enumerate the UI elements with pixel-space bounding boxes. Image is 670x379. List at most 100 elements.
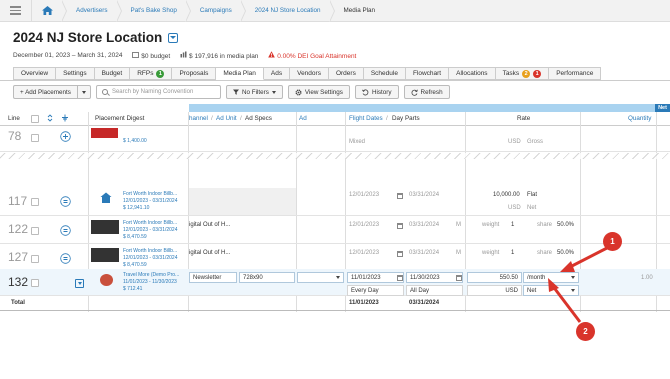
tab-flowchart[interactable]: Flowchart bbox=[405, 67, 450, 80]
link-icon[interactable] bbox=[60, 196, 71, 209]
placement-thumbnail bbox=[91, 220, 119, 234]
calendar-icon[interactable] bbox=[397, 223, 403, 229]
rate-currency-field[interactable]: USD bbox=[467, 285, 522, 296]
row-checkbox[interactable] bbox=[31, 255, 39, 263]
share-value: 50.0% bbox=[557, 250, 575, 256]
tab-ads[interactable]: Ads bbox=[263, 67, 291, 80]
annotation-marker-2: 2 bbox=[576, 322, 595, 341]
rate-type: Gross bbox=[527, 139, 544, 145]
quantity-value: 1.00 bbox=[641, 275, 653, 281]
row-dropdown-icon[interactable] bbox=[75, 279, 84, 288]
net-column-label: Net bbox=[655, 104, 670, 112]
breadcrumb-advertisers[interactable]: Advertisers bbox=[62, 0, 121, 22]
net-gross-select[interactable]: Net bbox=[523, 285, 579, 296]
add-placements-button[interactable]: + Add Placements bbox=[13, 85, 78, 99]
view-settings-button[interactable]: View Settings bbox=[287, 85, 350, 99]
placement-cost[interactable]: $ 712.41 bbox=[123, 286, 142, 293]
tab-overview[interactable]: Overview bbox=[13, 67, 57, 80]
table-row-selected[interactable]: 132 Travel More (Demo Pro... 11/01/2023 … bbox=[0, 269, 670, 296]
placement-name[interactable]: Fort Worth Indoor Billb... bbox=[123, 191, 177, 198]
tab-proposals[interactable]: Proposals bbox=[172, 67, 217, 80]
weight-label: weight bbox=[482, 250, 500, 256]
expand-icon[interactable] bbox=[46, 114, 54, 124]
select-all-checkbox[interactable] bbox=[31, 115, 39, 123]
placement-cost[interactable]: $ 1,400.00 bbox=[123, 138, 147, 145]
table-row[interactable]: 78 $ 1,400.00 Mixed USD Gross bbox=[0, 126, 670, 152]
link-icon[interactable] bbox=[60, 225, 71, 238]
table-row[interactable]: 117 Fort Worth Indoor Billb... 12/01/202… bbox=[0, 188, 670, 216]
table-row[interactable]: 127 Fort Worth Indoor Billb... 12/01/202… bbox=[0, 245, 670, 272]
rate-unit-select[interactable]: /month bbox=[523, 272, 579, 283]
placement-cost[interactable]: $ 8,470.59 bbox=[123, 234, 147, 241]
table-row[interactable]: 122 Fort Worth Indoor Billb... 12/01/202… bbox=[0, 217, 670, 244]
flight-end: 03/31/2024 bbox=[409, 222, 440, 228]
menu-icon[interactable] bbox=[0, 0, 32, 22]
tab-orders[interactable]: Orders bbox=[328, 67, 364, 80]
placement-name[interactable]: Fort Worth Indoor Billb... bbox=[123, 248, 177, 255]
row-checkbox[interactable] bbox=[31, 279, 39, 287]
placement-cost[interactable]: $ 8,470.59 bbox=[123, 262, 147, 269]
col-flight-dates[interactable]: Flight Dates bbox=[349, 115, 383, 122]
link-icon[interactable] bbox=[60, 253, 71, 266]
flight-start-field[interactable]: 11/01/2023 bbox=[347, 272, 404, 283]
col-line[interactable]: Line bbox=[8, 115, 20, 122]
breadcrumb-campaign[interactable]: 2024 NJ Store Location bbox=[241, 0, 335, 22]
col-ad-unit[interactable]: Ad Unit bbox=[216, 115, 237, 122]
breadcrumb-campaigns[interactable]: Campaigns bbox=[186, 0, 246, 22]
calendar-icon[interactable] bbox=[397, 193, 403, 199]
tab-allocations[interactable]: Allocations bbox=[449, 67, 496, 80]
placement-dates: 12/01/2023 - 03/31/2024 bbox=[123, 255, 178, 261]
calendar-icon[interactable] bbox=[397, 251, 403, 257]
day-part-marker: M bbox=[456, 250, 461, 256]
ad-select[interactable] bbox=[297, 272, 344, 283]
history-button[interactable]: History bbox=[354, 85, 399, 99]
row-checkbox[interactable] bbox=[31, 134, 39, 142]
flight-start: 12/01/2023 bbox=[349, 250, 380, 256]
calendar-icon[interactable] bbox=[397, 275, 403, 281]
col-channel[interactable]: hannel bbox=[189, 115, 208, 122]
search-input[interactable]: Search by Naming Convention bbox=[95, 85, 221, 99]
col-rate[interactable]: Rate bbox=[517, 115, 530, 122]
col-day-parts[interactable]: Day Parts bbox=[392, 115, 420, 122]
day-part-from[interactable]: Every Day bbox=[347, 285, 404, 296]
breadcrumb-advertiser[interactable]: Pat's Bake Shop bbox=[117, 0, 192, 22]
channel-field[interactable]: Newsletter bbox=[189, 272, 237, 283]
col-ad-specs[interactable]: Ad Specs bbox=[245, 115, 272, 122]
line-number: 78 bbox=[8, 129, 22, 143]
col-quantity[interactable]: Quantity bbox=[628, 115, 651, 122]
tab-vendors[interactable]: Vendors bbox=[290, 67, 329, 80]
breadcrumb: Advertisers Pat's Bake Shop Campaigns 20… bbox=[0, 0, 670, 22]
tab-performance[interactable]: Performance bbox=[549, 67, 602, 80]
tab-rfps[interactable]: RFPs 1 bbox=[130, 67, 173, 80]
col-placement-digest[interactable]: Placement Digest bbox=[95, 115, 144, 122]
plus-icon[interactable] bbox=[60, 131, 71, 144]
row-checkbox[interactable] bbox=[31, 227, 39, 235]
placement-name[interactable]: Travel More (Demo Pro... bbox=[123, 272, 179, 279]
tab-budget[interactable]: Budget bbox=[94, 67, 131, 80]
rate-field[interactable]: 550.50 bbox=[467, 272, 522, 283]
disabled-cells bbox=[189, 188, 296, 215]
dei-warning[interactable]: 0.00% DEI Goal Attainment bbox=[268, 51, 356, 60]
home-icon[interactable] bbox=[32, 0, 67, 22]
refresh-button[interactable]: Refresh bbox=[403, 85, 450, 99]
chevron-down-icon[interactable] bbox=[168, 32, 179, 43]
scroll-gap-divider bbox=[0, 153, 670, 159]
day-part-to[interactable]: All Day bbox=[406, 285, 463, 296]
tab-tasks[interactable]: Tasks 2 1 bbox=[495, 67, 550, 80]
placement-cost[interactable]: $ 12,941.10 bbox=[123, 205, 149, 212]
add-placements-dropdown[interactable] bbox=[77, 85, 91, 99]
search-icon bbox=[101, 89, 108, 95]
tab-schedule[interactable]: Schedule bbox=[363, 67, 406, 80]
flight-end-field[interactable]: 11/30/2023 bbox=[406, 272, 463, 283]
ad-specs-field[interactable]: 728x90 bbox=[239, 272, 295, 283]
pin-icon[interactable] bbox=[61, 114, 69, 124]
row-checkbox[interactable] bbox=[31, 198, 39, 206]
tab-media-plan[interactable]: Media Plan bbox=[216, 67, 264, 80]
tasks-pending-badge: 2 bbox=[522, 69, 531, 78]
col-ad[interactable]: Ad bbox=[299, 115, 307, 122]
tab-settings[interactable]: Settings bbox=[56, 67, 95, 80]
filters-button[interactable]: No Filters bbox=[225, 85, 283, 99]
placement-name[interactable]: Fort Worth Indoor Billb... bbox=[123, 220, 177, 227]
weight-value: 1 bbox=[511, 250, 515, 256]
calendar-icon[interactable] bbox=[456, 275, 462, 281]
